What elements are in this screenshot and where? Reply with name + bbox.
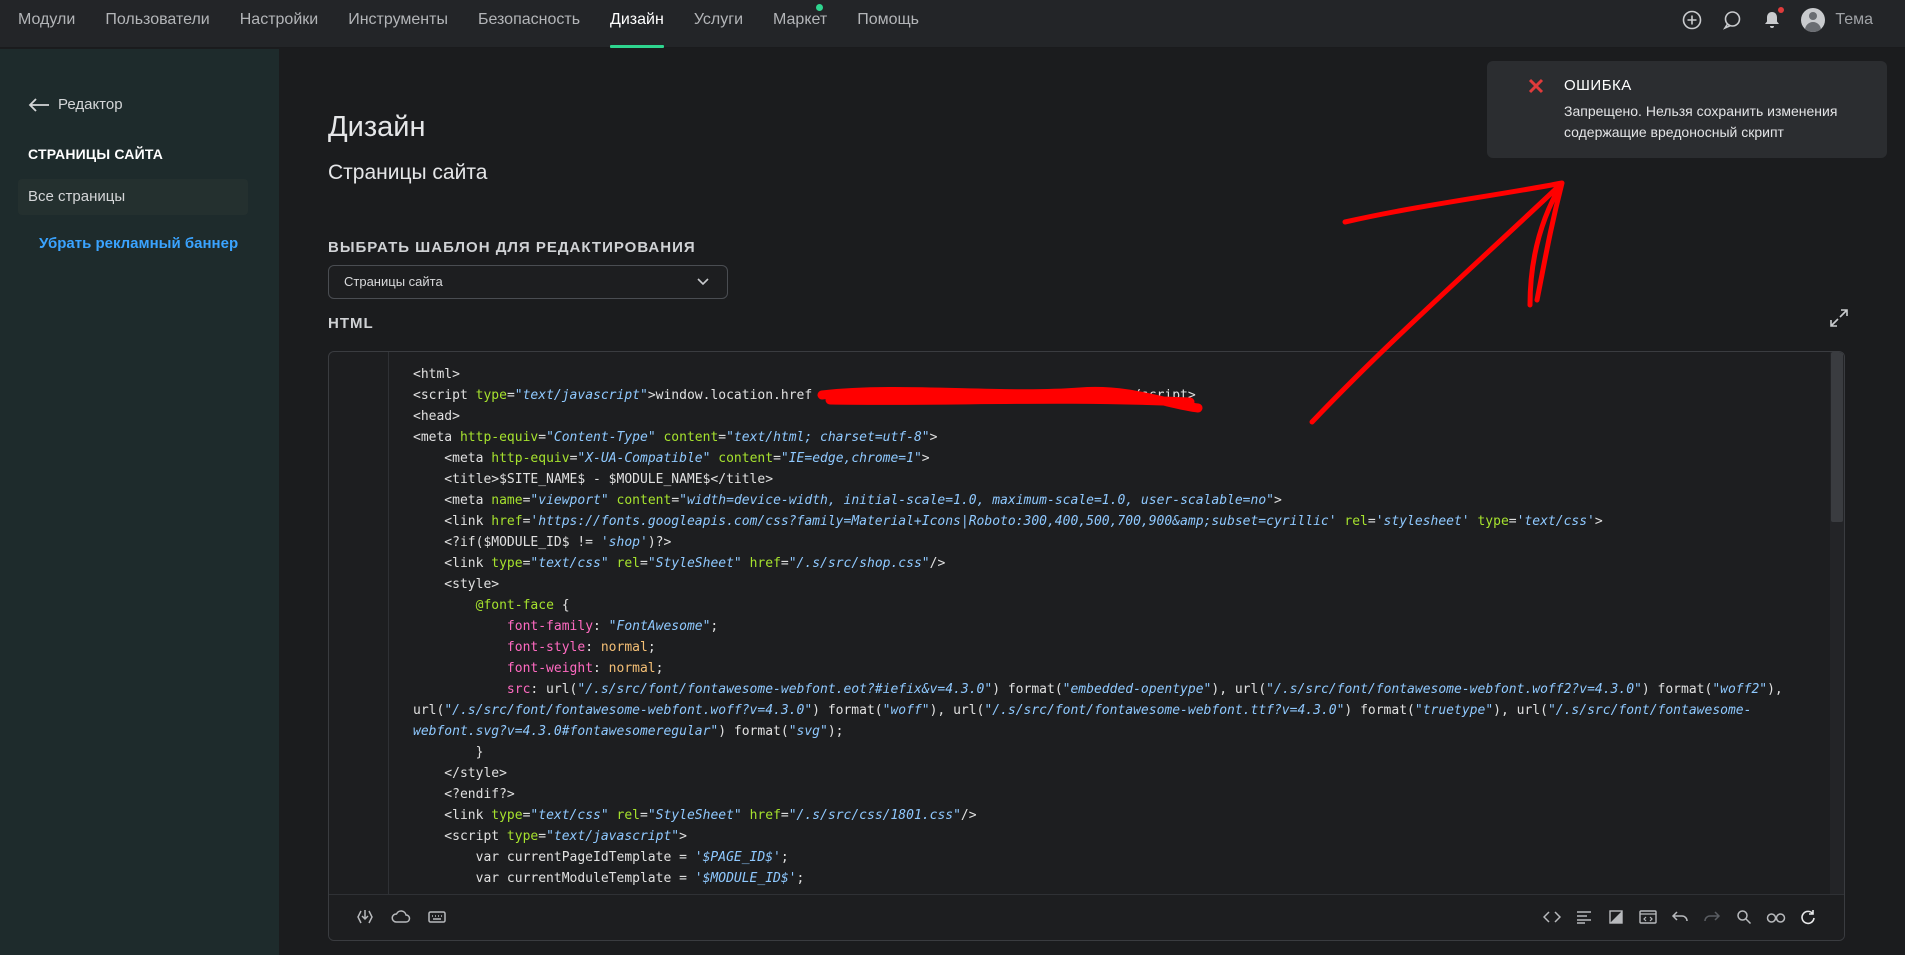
toolbar-left [355, 907, 447, 927]
bell-icon[interactable] [1761, 7, 1785, 31]
code-line: url("/.s/src/font/fontawesome-webfont.wo… [413, 703, 1752, 718]
code-line: 2<script type="text/javascript">window.l… [413, 388, 1196, 403]
code-line: 13 font-family: "FontAwesome"; [506, 619, 719, 634]
code-line: 12 @font-face { [475, 598, 570, 613]
nav-item-modules[interactable]: Модули [18, 0, 90, 48]
code-line: 22 var currentPageIdTemplate = '$PAGE_ID… [413, 850, 789, 865]
nav-item-tools[interactable]: Инструменты [333, 0, 463, 48]
code-line: 21 <script type="text/javascript"> [413, 829, 687, 844]
preview-icon[interactable] [1638, 907, 1658, 927]
nav-item-services[interactable]: Услуги [679, 0, 758, 48]
code-line: 19 <?endif?> [413, 787, 515, 802]
nav-item-design[interactable]: Дизайн [595, 0, 679, 48]
html-label: HTML [328, 315, 374, 332]
toast-title: ОШИБКА [1564, 77, 1632, 94]
code-editor[interactable]: 1<html> 2<script type="text/javascript">… [328, 351, 1845, 941]
code-line: 11 <style> [413, 577, 500, 592]
sidebar-section-title: СТРАНИЦЫ САЙТА [28, 146, 164, 162]
template-select-label: ВЫБРАТЬ ШАБЛОН ДЛЯ РЕДАКТИРОВАНИЯ [328, 239, 696, 256]
scrollbar-thumb[interactable] [1831, 352, 1843, 522]
expand-code-icon[interactable] [355, 907, 375, 927]
keyboard-icon[interactable] [427, 907, 447, 927]
format-icon[interactable] [1574, 907, 1594, 927]
nav-item-market-label: Маркет [773, 10, 828, 28]
code-line: 3<head> [413, 409, 460, 424]
code-content[interactable]: 1<html> 2<script type="text/javascript">… [389, 352, 1830, 896]
nav-item-settings[interactable]: Настройки [225, 0, 333, 48]
page-title: Дизайн [328, 111, 426, 143]
toast-message: Запрещено. Нельзя сохранить изменения со… [1564, 103, 1838, 140]
refresh-icon[interactable] [1798, 907, 1818, 927]
code-line: 20 <link type="text/css" rel="StyleSheet… [413, 808, 977, 823]
fullscreen-icon[interactable] [1828, 307, 1850, 329]
editor-toolbar [329, 894, 1844, 940]
back-link-label: Редактор [58, 96, 123, 113]
diff-icon[interactable] [1766, 907, 1786, 927]
chevron-down-icon [697, 278, 709, 286]
search-icon[interactable] [1734, 907, 1754, 927]
arrow-left-icon [28, 97, 49, 112]
main-content: Дизайн Страницы сайта ВЫБРАТЬ ШАБЛОН ДЛЯ… [279, 49, 1905, 955]
remove-banner-link[interactable]: Убрать рекламный баннер [39, 235, 238, 252]
code-line: 10 <link type="text/css" rel="StyleSheet… [413, 556, 946, 571]
chat-bubble-icon[interactable] [1721, 9, 1743, 31]
error-toast: ОШИБКА Запрещено. Нельзя сохранить измен… [1487, 61, 1887, 158]
code-line: 6 <title>$SITE_NAME$ - $MODULE_NAME$</ti… [413, 472, 774, 487]
code-line: 5 <meta http-equiv="X-UA-Compatible" con… [413, 451, 930, 466]
code-line: 18 </style> [413, 766, 507, 781]
user-avatar [1801, 8, 1826, 32]
undo-icon[interactable] [1670, 907, 1690, 927]
user-menu[interactable]: Тема [1801, 8, 1873, 32]
code-line: 1<html> [413, 367, 460, 382]
code-icon[interactable] [1542, 907, 1562, 927]
code-line: 16 src: url("/.s/src/font/fontawesome-we… [506, 682, 1783, 697]
theme-icon[interactable] [1606, 907, 1626, 927]
nav-item-security[interactable]: Безопасность [463, 0, 595, 48]
code-line: 15 font-weight: normal; [506, 661, 664, 676]
code-line: 17 } [413, 745, 484, 760]
nav-item-users[interactable]: Пользователи [90, 0, 224, 48]
plus-circle-icon[interactable] [1681, 9, 1703, 31]
nav-menu: Модули Пользователи Настройки Инструмент… [18, 0, 934, 48]
sidebar-item-all-pages[interactable]: Все страницы [18, 179, 248, 215]
editor-scrollbar[interactable] [1830, 352, 1844, 896]
nav-item-market[interactable]: Маркет [758, 0, 842, 48]
user-name: Тема [1835, 11, 1873, 28]
template-select[interactable]: Страницы сайта [328, 265, 728, 299]
sidebar: Редактор СТРАНИЦЫ САЙТА Все страницы Убр… [0, 49, 279, 955]
error-close-icon[interactable] [1525, 75, 1547, 97]
code-line: webfont.svg?v=4.3.0#fontawesomeregular")… [413, 724, 844, 739]
back-to-editor-link[interactable]: Редактор [28, 96, 123, 113]
toolbar-right [1542, 907, 1818, 927]
nav-actions: Тема [1681, 0, 1873, 40]
code-line: 4<meta http-equiv="Content-Type" content… [413, 430, 938, 445]
code-line: 8 <link href='https://fonts.googleapis.c… [413, 514, 1603, 529]
new-badge-dot [816, 3, 824, 11]
nav-item-help[interactable]: Помощь [842, 0, 934, 48]
code-line: 9 <?if($MODULE_ID$ != 'shop')?> [413, 535, 672, 550]
code-line: 14 font-style: normal; [506, 640, 656, 655]
notification-dot [1778, 7, 1785, 13]
redo-icon[interactable] [1702, 907, 1722, 927]
template-select-value: Страницы сайта [344, 274, 443, 289]
line-number-gutter [329, 352, 389, 896]
page-subtitle: Страницы сайта [328, 161, 488, 184]
cloud-icon[interactable] [391, 907, 411, 927]
code-line: 7 <meta name="viewport" content="width=d… [413, 493, 1282, 508]
code-line: 23 var currentModuleTemplate = '$MODULE_… [413, 871, 805, 886]
top-nav: Модули Пользователи Настройки Инструмент… [0, 0, 1905, 48]
